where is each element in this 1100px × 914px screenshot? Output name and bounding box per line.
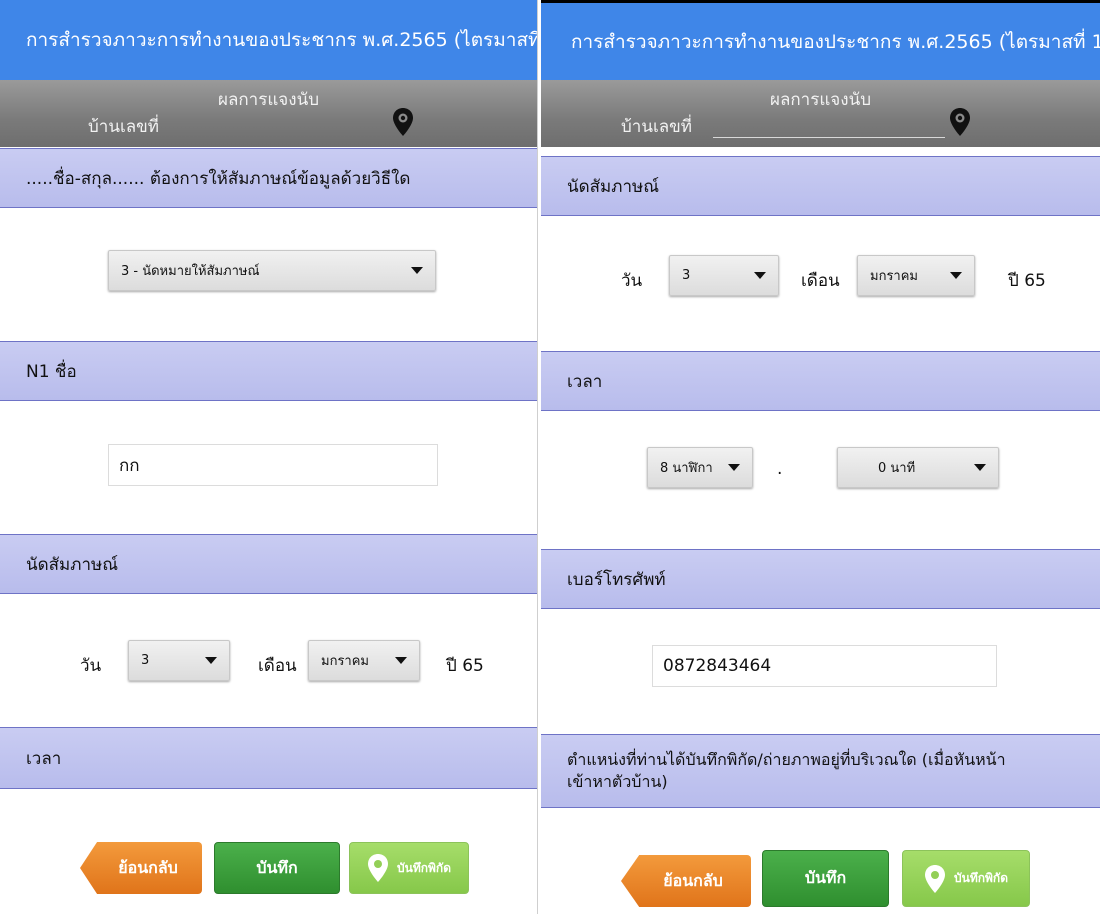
back-button-label: ย้อนกลับ [663,870,723,890]
minute-value: 0 นาที [878,461,916,476]
minute-dropdown[interactable]: 0 นาที [837,447,999,488]
n1-name-value: กก [119,455,140,476]
chevron-down-icon [411,267,423,274]
month-value: มกราคม [870,269,918,284]
section-appointment: นัดสัมภาษณ์ [0,534,537,594]
save-button[interactable]: บันทึก [214,842,340,894]
month-value: มกราคม [321,654,369,669]
n1-name-input[interactable]: กก [108,444,438,486]
house-number-line [713,137,945,138]
chevron-down-icon [728,464,740,471]
hour-value: 8 นาฬิกา [660,461,713,476]
save-button-label: บันทึก [804,868,847,887]
house-number-label: บ้านเลขที่ [621,117,693,137]
day-dropdown[interactable]: 3 [669,255,779,296]
month-dropdown[interactable]: มกราคม [857,255,975,296]
save-location-button-label: บันทึกพิกัด [397,860,451,875]
section-location: ตำแหน่งที่ท่านได้บันทึกพิกัด/ถ่ายภาพอยู่… [541,734,1100,808]
phone-value: 0872843464 [663,656,772,676]
month-label: เดือน [801,271,840,291]
chevron-down-icon [205,657,217,664]
section-appointment: นัดสัมภาษณ์ [541,156,1100,216]
house-number-label: บ้านเลขที่ [88,117,160,137]
section-interview-method-label: .....ชื่อ-สกุล...... ต้องการให้สัมภาษณ์ข… [26,168,411,189]
section-time-label: เวลา [26,748,62,769]
year-label: ปี 65 [446,656,484,676]
section-time-label: เวลา [567,371,603,392]
app-title-bar: การสำรวจภาวะการทำงานของประชากร พ.ศ.2565 … [0,0,537,80]
app-title: การสำรวจภาวะการทำงานของประชากร พ.ศ.2565 … [26,29,537,51]
map-pin-icon[interactable] [392,107,414,137]
app-title-bar: การสำรวจภาวะการทำงานของประชากร พ.ศ.2565 … [541,3,1100,80]
day-dropdown[interactable]: 3 [128,640,230,681]
right-screen: การสำรวจภาวะการทำงานของประชากร พ.ศ.2565 … [541,0,1100,914]
chevron-down-icon [974,464,986,471]
result-title: ผลการแจงนับ [218,90,319,110]
back-button-label: ย้อนกลับ [118,857,178,877]
section-location-label-line1: ตำแหน่งที่ท่านได้บันทึกพิกัด/ถ่ายภาพอยู่… [567,750,1006,769]
left-screen: การสำรวจภาวะการทำงานของประชากร พ.ศ.2565 … [0,0,537,914]
section-interview-method: .....ชื่อ-สกุล...... ต้องการให้สัมภาษณ์ข… [0,148,537,208]
time-separator: . [777,459,783,479]
year-label: ปี 65 [1008,271,1046,291]
day-value: 3 [682,268,691,283]
section-n1-name: N1 ชื่อ [0,341,537,401]
result-title: ผลการแจงนับ [770,90,871,110]
result-bar: ผลการแจงนับ บ้านเลขที่ [0,80,537,147]
day-value: 3 [141,653,150,668]
back-button[interactable]: ย้อนกลับ [80,842,202,894]
day-label: วัน [80,656,102,676]
section-appointment-label: นัดสัมภาษณ์ [567,176,659,197]
result-bar: ผลการแจงนับ บ้านเลขที่ [541,80,1100,147]
location-pin-icon [925,864,946,893]
chevron-down-icon [395,657,407,664]
day-label: วัน [621,271,643,291]
map-pin-icon[interactable] [949,107,971,137]
section-appointment-label: นัดสัมภาษณ์ [26,554,118,575]
chevron-down-icon [754,272,766,279]
month-label: เดือน [258,656,297,676]
app-title: การสำรวจภาวะการทำงานของประชากร พ.ศ.2565 … [571,30,1100,53]
save-location-button[interactable]: บันทึกพิกัด [349,842,469,894]
section-time: เวลา [541,351,1100,411]
back-button[interactable]: ย้อนกลับ [621,855,751,907]
chevron-down-icon [950,272,962,279]
section-phone: เบอร์โทรศัพท์ [541,549,1100,609]
save-button[interactable]: บันทึก [762,850,889,907]
section-location-label-line2: เข้าหาตัวบ้าน) [567,772,668,791]
month-dropdown[interactable]: มกราคม [308,640,420,681]
phone-input[interactable]: 0872843464 [652,645,997,687]
section-n1-name-label: N1 ชื่อ [26,361,77,382]
save-button-label: บันทึก [256,857,298,877]
section-phone-label: เบอร์โทรศัพท์ [567,569,666,590]
section-time: เวลา [0,727,537,789]
save-location-button[interactable]: บันทึกพิกัด [902,850,1030,907]
hour-dropdown[interactable]: 8 นาฬิกา [647,447,753,488]
location-pin-icon [368,854,389,882]
interview-method-dropdown[interactable]: 3 - นัดหมายให้สัมภาษณ์ [108,250,436,291]
save-location-button-label: บันทึกพิกัด [954,871,1008,885]
interview-method-value: 3 - นัดหมายให้สัมภาษณ์ [121,264,260,279]
